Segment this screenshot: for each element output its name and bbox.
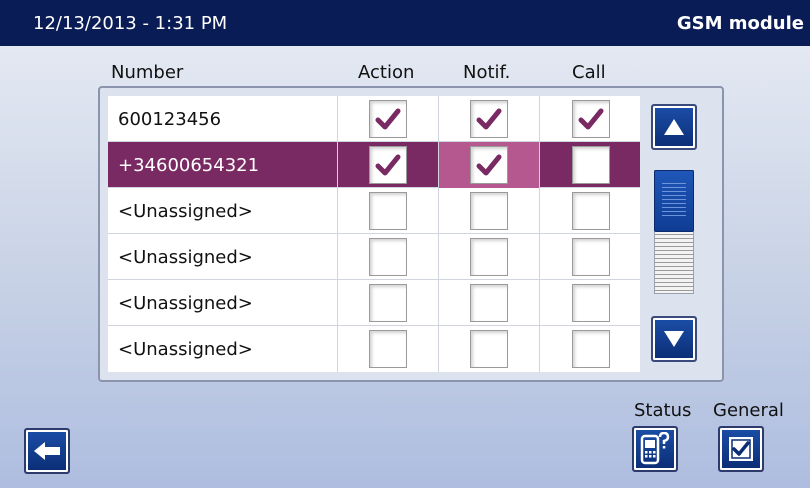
checkbox-check-icon: [729, 437, 753, 461]
notif-cell: [439, 326, 540, 372]
phone-number-cell[interactable]: <Unassigned>: [108, 280, 338, 326]
table-row[interactable]: <Unassigned>: [108, 280, 640, 326]
action-checkbox[interactable]: [369, 146, 407, 184]
phone-number-cell[interactable]: <Unassigned>: [108, 188, 338, 234]
module-title: GSM module: [676, 12, 804, 34]
action-cell: [338, 142, 439, 188]
phone-number-cell[interactable]: <Unassigned>: [108, 234, 338, 280]
column-header-call: Call: [572, 62, 606, 83]
notif-cell: [439, 188, 540, 234]
action-cell: [338, 280, 439, 326]
notif-cell: [439, 96, 540, 142]
column-header-number: Number: [111, 62, 184, 83]
call-cell: [540, 326, 641, 372]
action-cell: [338, 326, 439, 372]
table-row[interactable]: <Unassigned>: [108, 188, 640, 234]
triangle-up-icon: [664, 119, 684, 135]
check-mark-icon: [476, 108, 502, 130]
notif-cell-highlighted: [439, 142, 540, 188]
call-cell: [540, 96, 641, 142]
number-grid: 600123456 +34600654321 <Unassigned> <Una…: [108, 96, 640, 372]
notif-checkbox[interactable]: [470, 146, 508, 184]
call-checkbox[interactable]: [571, 192, 610, 230]
phone-number-cell[interactable]: 600123456: [108, 96, 338, 142]
scrollbar-grip-lines: [662, 183, 686, 219]
scrollbar-thumb[interactable]: [654, 170, 694, 232]
status-label: Status: [634, 400, 692, 421]
call-cell: [540, 234, 641, 280]
call-cell: [540, 142, 641, 188]
back-button[interactable]: [24, 428, 70, 474]
notif-checkbox[interactable]: [470, 284, 508, 322]
action-cell: [338, 188, 439, 234]
notif-cell: [439, 280, 540, 326]
title-bar: 12/13/2013 - 1:31 PM GSM module: [0, 0, 810, 46]
notif-checkbox[interactable]: [470, 100, 508, 138]
check-mark-icon: [476, 154, 502, 176]
datetime-text: 12/13/2013 - 1:31 PM: [33, 12, 228, 34]
scroll-up-button[interactable]: [651, 104, 697, 150]
action-checkbox[interactable]: [369, 238, 407, 276]
call-checkbox[interactable]: [571, 146, 610, 184]
call-cell: [540, 188, 641, 234]
notif-checkbox[interactable]: [470, 192, 508, 230]
status-button[interactable]: [632, 426, 678, 472]
call-checkbox[interactable]: [571, 284, 610, 322]
phone-question-icon: [640, 432, 670, 465]
phone-number-cell[interactable]: +34600654321: [108, 142, 338, 188]
general-button[interactable]: [718, 426, 764, 472]
phone-number-cell[interactable]: <Unassigned>: [108, 326, 338, 372]
scroll-down-button[interactable]: [651, 316, 697, 362]
call-checkbox[interactable]: [571, 100, 610, 138]
action-cell: [338, 234, 439, 280]
left-arrow-icon: [34, 442, 60, 460]
action-cell: [338, 96, 439, 142]
call-checkbox[interactable]: [571, 238, 610, 276]
call-checkbox[interactable]: [571, 330, 610, 368]
table-row[interactable]: <Unassigned>: [108, 234, 640, 280]
notif-checkbox[interactable]: [470, 330, 508, 368]
call-cell: [540, 280, 641, 326]
check-mark-icon: [578, 108, 603, 130]
notif-checkbox[interactable]: [470, 238, 508, 276]
action-checkbox[interactable]: [369, 284, 407, 322]
table-row[interactable]: <Unassigned>: [108, 326, 640, 372]
triangle-down-icon: [664, 331, 684, 347]
action-checkbox[interactable]: [369, 192, 407, 230]
check-mark-icon: [375, 108, 401, 130]
check-mark-icon: [375, 154, 401, 176]
action-checkbox[interactable]: [369, 330, 407, 368]
column-header-action: Action: [358, 62, 415, 83]
column-header-notif: Notif.: [463, 62, 511, 83]
notif-cell: [439, 234, 540, 280]
action-checkbox[interactable]: [369, 100, 407, 138]
table-row[interactable]: 600123456: [108, 96, 640, 142]
general-label: General: [713, 400, 784, 421]
table-row-selected[interactable]: +34600654321: [108, 142, 640, 188]
